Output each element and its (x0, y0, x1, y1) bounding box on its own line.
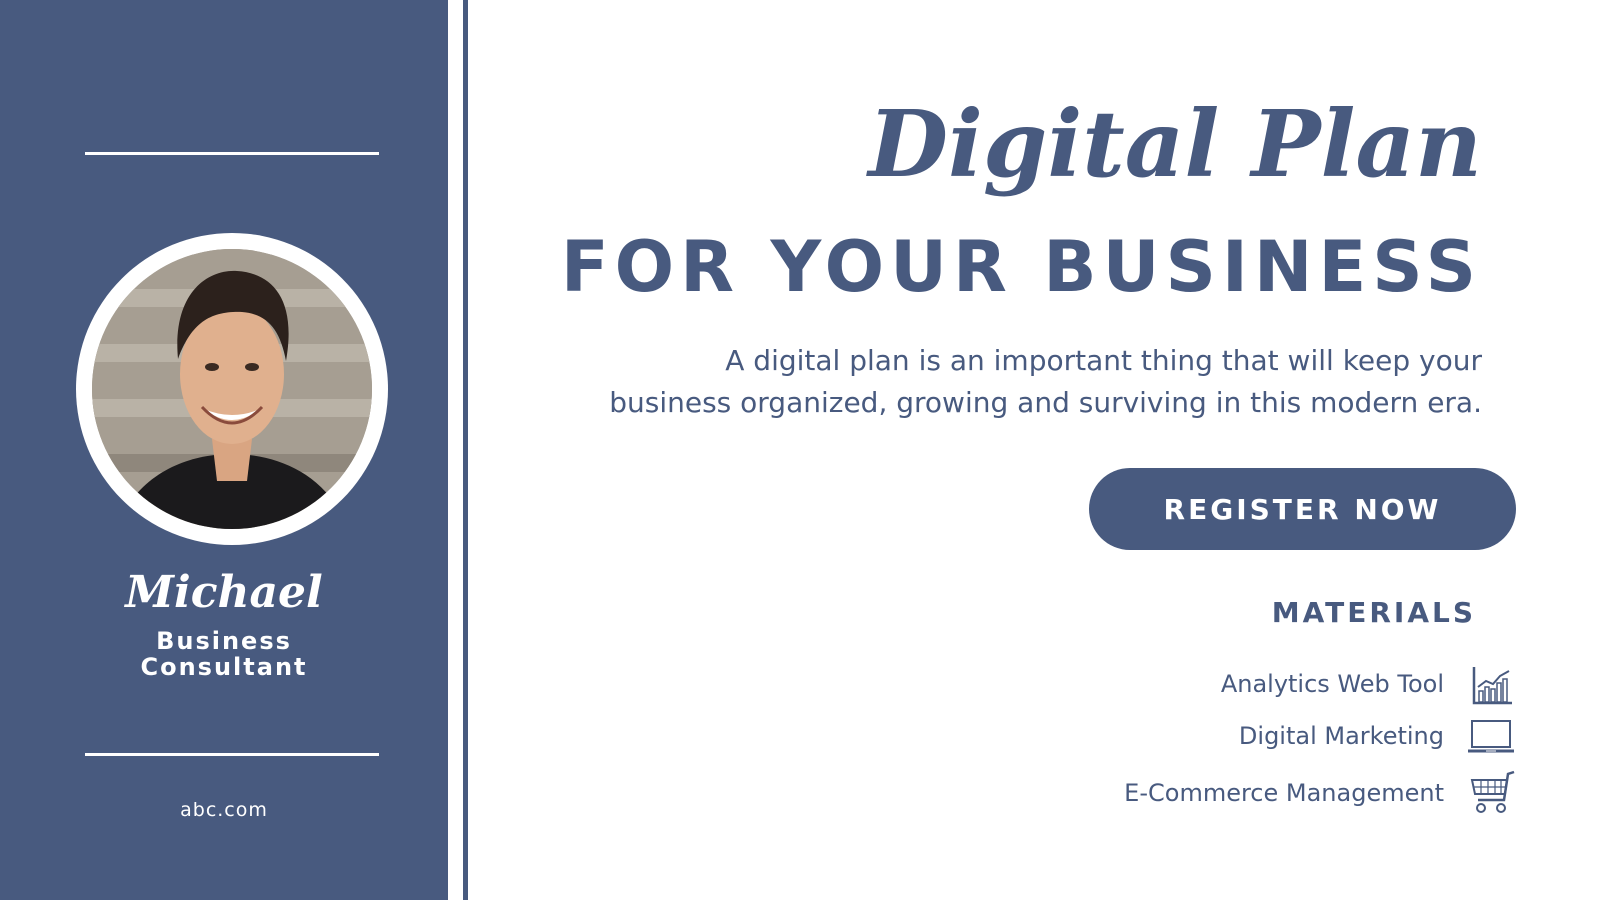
profile-name: Michael (125, 567, 323, 618)
avatar (92, 249, 372, 529)
website-link[interactable]: abc.com (0, 799, 448, 821)
profile-sidebar: Michael Business Consultant abc.com (0, 0, 448, 900)
profile-role-line-1: Business (156, 627, 292, 655)
laptop-icon (1466, 711, 1516, 761)
material-label: Analytics Web Tool (1220, 670, 1444, 698)
bar-chart-icon (1466, 659, 1516, 709)
avatar-frame (76, 233, 388, 545)
material-label: E-Commerce Management (1124, 779, 1444, 807)
description-text: A digital plan is an important thing tha… (522, 340, 1482, 424)
description-line-2: business organized, growing and survivin… (609, 386, 1482, 419)
materials-heading: MATERIALS (1271, 596, 1476, 629)
material-item-ecommerce: E-Commerce Management (1090, 768, 1516, 818)
material-item-marketing: Digital Marketing (1090, 711, 1516, 761)
register-button[interactable]: REGISTER NOW (1089, 468, 1516, 550)
description-line-1: A digital plan is an important thing tha… (725, 344, 1482, 377)
profile-role: Business Consultant (0, 628, 448, 680)
top-divider-line (85, 152, 379, 155)
page-title: Digital Plan (868, 90, 1482, 198)
material-label: Digital Marketing (1238, 722, 1444, 750)
material-item-analytics: Analytics Web Tool (1090, 659, 1516, 709)
shopping-cart-icon (1466, 768, 1516, 818)
profile-photo (92, 249, 372, 529)
vertical-divider (463, 0, 468, 900)
bottom-divider-line (85, 753, 379, 756)
profile-role-line-2: Consultant (140, 653, 308, 681)
page-subtitle: FOR YOUR BUSINESS (560, 226, 1482, 308)
